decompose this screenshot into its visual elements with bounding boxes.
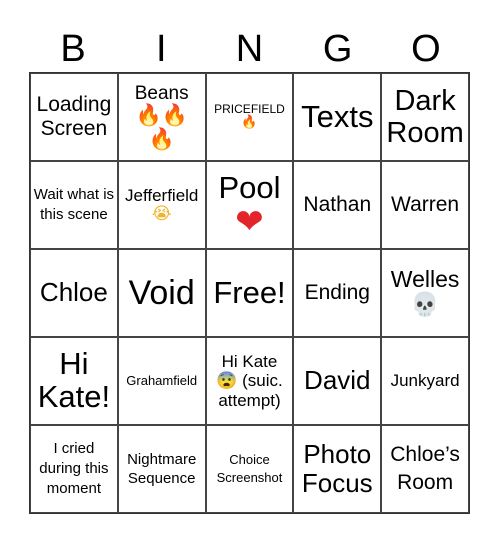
cell-label: Loading Screen xyxy=(36,93,112,140)
bingo-cell[interactable]: Choice Screenshot xyxy=(205,425,294,513)
bingo-cell[interactable]: David xyxy=(293,337,382,425)
cell-label: I cried during this moment xyxy=(39,439,109,498)
bingo-cell[interactable]: Photo Focus xyxy=(293,425,382,513)
bingo-cell[interactable]: Nightmare Sequence xyxy=(117,425,206,513)
bingo-cell[interactable]: Jefferfield 😭 xyxy=(117,161,206,249)
bingo-cell[interactable]: Dark Room xyxy=(381,73,469,161)
free-space-label: Free! xyxy=(213,274,286,310)
fire-icon: 🔥 xyxy=(241,115,258,131)
bingo-cell[interactable]: Hi Kate 😨 (suic. attempt) xyxy=(205,337,294,425)
bingo-cell[interactable]: I cried during this moment xyxy=(30,425,118,513)
cell-label: Beans xyxy=(134,82,189,104)
bingo-cell[interactable]: Void xyxy=(117,249,206,337)
cell-label: Hi Kate xyxy=(221,352,278,372)
bingo-cell[interactable]: Warren xyxy=(381,161,469,249)
bingo-cell-free[interactable]: Free! xyxy=(205,249,294,337)
cell-label: Chloe’s Room xyxy=(390,442,460,494)
bingo-header: B I N G O xyxy=(29,26,470,72)
bingo-cell[interactable]: Grahamfield xyxy=(117,337,206,425)
cell-label: Photo Focus xyxy=(301,438,373,498)
crying-face-icon: 😭 xyxy=(151,204,172,224)
cell-label: Hi Kate! xyxy=(37,346,111,414)
header-letter-n: N xyxy=(235,28,264,70)
header-letter-o: O xyxy=(411,28,441,70)
cell-label: Jefferfield xyxy=(124,185,199,205)
bingo-cell[interactable]: PRICEFIELD 🔥 xyxy=(205,73,294,161)
bingo-cell[interactable]: Chloe xyxy=(30,249,118,337)
cell-label: Warren xyxy=(391,193,460,217)
fire-icon: 🔥🔥🔥 xyxy=(135,103,188,151)
cell-label: Nightmare Sequence xyxy=(127,450,197,488)
bingo-cell[interactable]: Texts xyxy=(293,73,382,161)
cell-label: Ending xyxy=(304,281,370,305)
bingo-cell[interactable]: Welles 💀 xyxy=(381,249,469,337)
bingo-grid: Loading Screen Beans 🔥🔥🔥 PRICEFIELD 🔥 Te… xyxy=(29,72,470,514)
cell-label: Choice Screenshot xyxy=(216,452,283,485)
bingo-cell[interactable]: Nathan xyxy=(293,161,382,249)
header-letter-i: I xyxy=(156,28,167,70)
cell-label: Wait what is this scene xyxy=(33,185,115,223)
cell-label: Grahamfield xyxy=(126,372,198,388)
cell-label: Nathan xyxy=(303,193,372,217)
heart-icon: ❤ xyxy=(235,202,264,243)
bingo-cell[interactable]: Pool ❤ xyxy=(205,161,294,249)
cell-label: Void xyxy=(128,273,195,312)
header-letter-b: B xyxy=(60,28,86,70)
cell-label: Dark Room xyxy=(386,84,464,149)
cell-label: Pool xyxy=(218,169,281,205)
cell-label: Texts xyxy=(301,98,374,134)
bingo-cell[interactable]: Chloe’s Room xyxy=(381,425,469,513)
bingo-cell[interactable]: Loading Screen xyxy=(30,73,118,161)
cell-label: Chloe xyxy=(39,277,108,308)
header-letter-g: G xyxy=(322,28,353,70)
bingo-cell[interactable]: Ending xyxy=(293,249,382,337)
cell-label: Junkyard xyxy=(390,371,460,391)
bingo-cell[interactable]: Junkyard xyxy=(381,337,469,425)
cell-label: David xyxy=(304,365,371,396)
fearful-face-icon: 😨 xyxy=(216,371,238,391)
bingo-cell[interactable]: Hi Kate! xyxy=(30,337,118,425)
bingo-cell[interactable]: Wait what is this scene xyxy=(30,161,118,249)
bingo-cell[interactable]: Beans 🔥🔥🔥 xyxy=(117,73,206,161)
skull-icon: 💀 xyxy=(410,292,440,318)
cell-label: Welles xyxy=(390,266,460,293)
